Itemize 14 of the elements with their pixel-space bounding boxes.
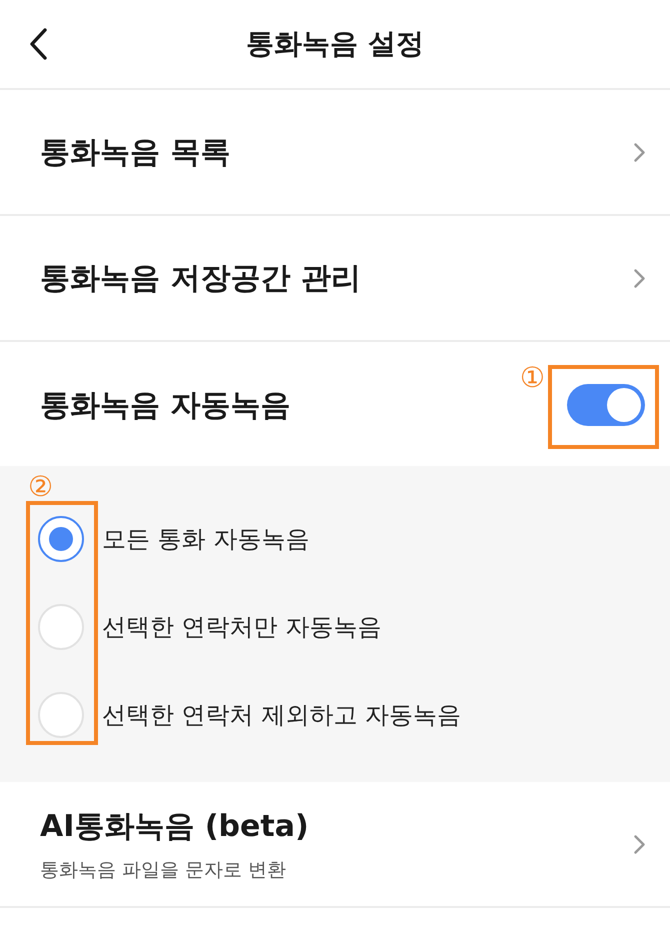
option-label[interactable]: 선택한 연락처 제외하고 자동녹음 [102,699,461,731]
callout-number: ② [28,473,54,501]
screen-title: 통화녹음 설정 [246,26,424,62]
chevron-right-icon [634,268,645,288]
option-label[interactable]: 선택한 연락처만 자동녹음 [102,611,382,643]
toggle-switch[interactable] [567,384,645,426]
radio-button[interactable] [38,516,84,562]
setting-label: 통화녹음 자동녹음 [40,386,290,424]
chevron-right-icon [634,834,645,854]
back-button[interactable] [29,28,47,60]
option-label[interactable]: 모든 통화 자동녹음 [102,523,310,555]
chevron-right-icon [634,142,645,162]
callout-number: ① [520,364,545,392]
back-icon [29,28,47,60]
